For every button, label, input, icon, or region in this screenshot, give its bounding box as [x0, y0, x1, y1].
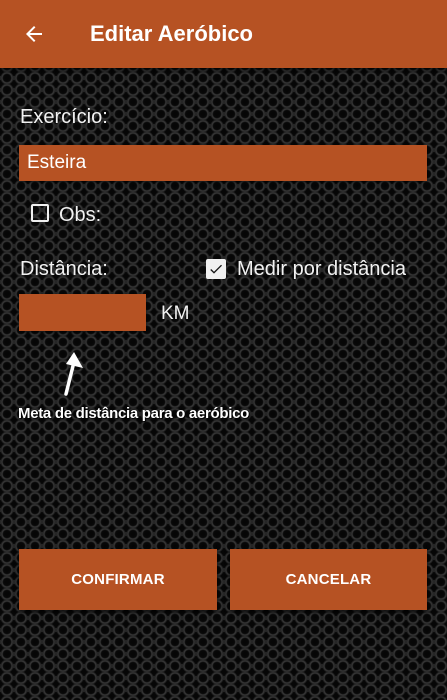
confirm-button[interactable]: CONFIRMAR	[19, 549, 217, 610]
arrow-up-icon	[64, 352, 83, 396]
obs-label[interactable]: Obs:	[59, 204, 101, 227]
distance-unit: KM	[161, 303, 190, 324]
measure-by-distance-label[interactable]: Medir por distância	[237, 258, 406, 281]
exercise-label: Exercício:	[20, 106, 108, 128]
distance-label: Distância:	[20, 258, 108, 280]
cancel-button[interactable]: CANCELAR	[230, 549, 427, 610]
app-bar: Editar Aeróbico	[0, 0, 447, 68]
checkmark-icon	[210, 264, 222, 274]
obs-checkbox[interactable]	[31, 204, 49, 222]
distance-goal-hint: Meta de distância para o aeróbico	[18, 405, 250, 422]
screen: Editar Aeróbico Exercício: Esteira Obs: …	[0, 0, 447, 700]
arrow-left-icon	[26, 26, 42, 42]
back-button[interactable]	[12, 12, 56, 56]
distance-input[interactable]	[19, 294, 146, 331]
measure-by-distance-checkbox[interactable]	[206, 259, 226, 279]
page-title: Editar Aeróbico	[90, 21, 253, 46]
exercise-field[interactable]: Esteira	[19, 145, 427, 181]
